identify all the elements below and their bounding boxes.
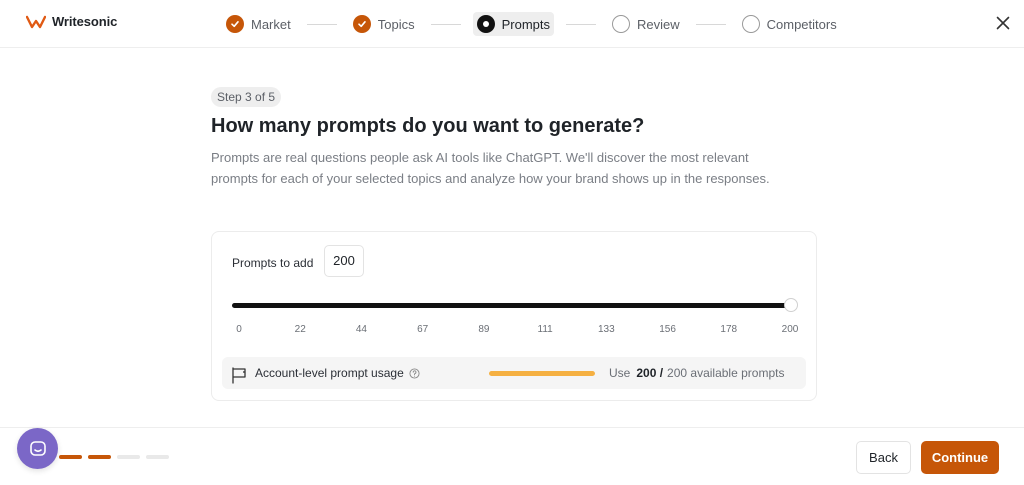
step-market[interactable]: Market bbox=[222, 12, 295, 36]
step-topics[interactable]: Topics bbox=[349, 12, 419, 36]
slider-tick-label: 111 bbox=[537, 324, 553, 335]
usage-summary: Use 200 /200 available prompts bbox=[609, 366, 784, 380]
writesonic-logo-icon bbox=[26, 15, 46, 28]
step-label: Market bbox=[251, 16, 291, 32]
prompts-to-add-label: Prompts to add bbox=[232, 256, 314, 270]
step-connector bbox=[695, 23, 726, 25]
slider-thumb[interactable] bbox=[784, 298, 798, 312]
usage-prefix: Use bbox=[609, 366, 631, 380]
step-review[interactable]: Review bbox=[608, 12, 684, 36]
step-competitors[interactable]: Competitors bbox=[738, 12, 841, 36]
progress-dash bbox=[146, 455, 169, 459]
continue-button[interactable]: Continue bbox=[921, 441, 999, 474]
slider-tick-label: 156 bbox=[659, 324, 676, 335]
usage-progress-fill bbox=[489, 371, 595, 376]
back-button[interactable]: Back bbox=[856, 441, 911, 474]
stepper: Market Topics Prompts Review Competitors bbox=[222, 11, 841, 37]
prompts-card: Prompts to add 200 0 22 44 67 89 111 133 156 178… bbox=[211, 231, 817, 401]
chat-launcher-button[interactable] bbox=[17, 428, 58, 469]
page-description: Prompts are real questions people ask AI… bbox=[211, 150, 770, 186]
wizard-progress bbox=[59, 455, 169, 459]
step-label: Competitors bbox=[766, 16, 837, 32]
account-usage-row: Account-level prompt usage Use 200 /200 a… bbox=[222, 357, 806, 389]
logo[interactable]: Writesonic bbox=[26, 14, 117, 29]
step-connector bbox=[566, 23, 596, 25]
step-badge: Step 3 of 5 bbox=[211, 87, 282, 107]
slider-tick-label: 44 bbox=[355, 324, 367, 335]
usage-label-wrap: Account-level prompt usage bbox=[255, 366, 420, 380]
slider-tick-label: 67 bbox=[417, 324, 429, 335]
slider-tick-labels: 0 22 44 67 89 111 133 156 178 200 bbox=[232, 324, 798, 338]
page-title: How many prompts do you want to generate… bbox=[211, 115, 645, 137]
logo-text: Writesonic bbox=[52, 14, 118, 29]
step-connector bbox=[306, 23, 337, 25]
usage-label: Account-level prompt usage bbox=[255, 366, 404, 380]
step-label: Review bbox=[637, 16, 680, 32]
usage-used: 200 / bbox=[636, 366, 664, 380]
slider-tick-label: 133 bbox=[597, 324, 615, 335]
empty-circle-icon bbox=[612, 15, 630, 33]
usage-progress-bar bbox=[489, 371, 595, 376]
check-icon bbox=[352, 15, 371, 33]
prompts-slider[interactable] bbox=[232, 297, 798, 313]
slider-fill bbox=[232, 303, 791, 308]
progress-dash bbox=[88, 455, 111, 459]
slider-tick-label: 200 bbox=[781, 324, 799, 335]
flag-icon bbox=[232, 367, 246, 384]
usage-available: 200 available prompts bbox=[667, 366, 785, 380]
chat-icon bbox=[29, 440, 46, 456]
slider-tick-label: 0 bbox=[236, 324, 242, 335]
close-button[interactable] bbox=[992, 12, 1014, 34]
step-connector bbox=[430, 23, 461, 25]
top-bar: Writesonic Market Topics Prompts Review bbox=[0, 0, 1024, 48]
empty-circle-icon bbox=[741, 15, 760, 33]
check-icon bbox=[226, 15, 244, 33]
help-icon[interactable] bbox=[409, 367, 420, 379]
step-prompts[interactable]: Prompts bbox=[472, 12, 554, 36]
prompts-count-input[interactable]: 200 bbox=[324, 245, 364, 277]
slider-tick-label: 89 bbox=[478, 324, 490, 335]
current-step-icon bbox=[476, 15, 495, 33]
step-label: Prompts bbox=[501, 16, 550, 32]
slider-tick-label: 178 bbox=[720, 324, 738, 335]
progress-dash bbox=[59, 455, 82, 459]
progress-dash bbox=[117, 455, 140, 459]
slider-tick-label: 22 bbox=[294, 324, 306, 335]
step-label: Topics bbox=[377, 16, 415, 32]
close-icon bbox=[996, 16, 1010, 30]
